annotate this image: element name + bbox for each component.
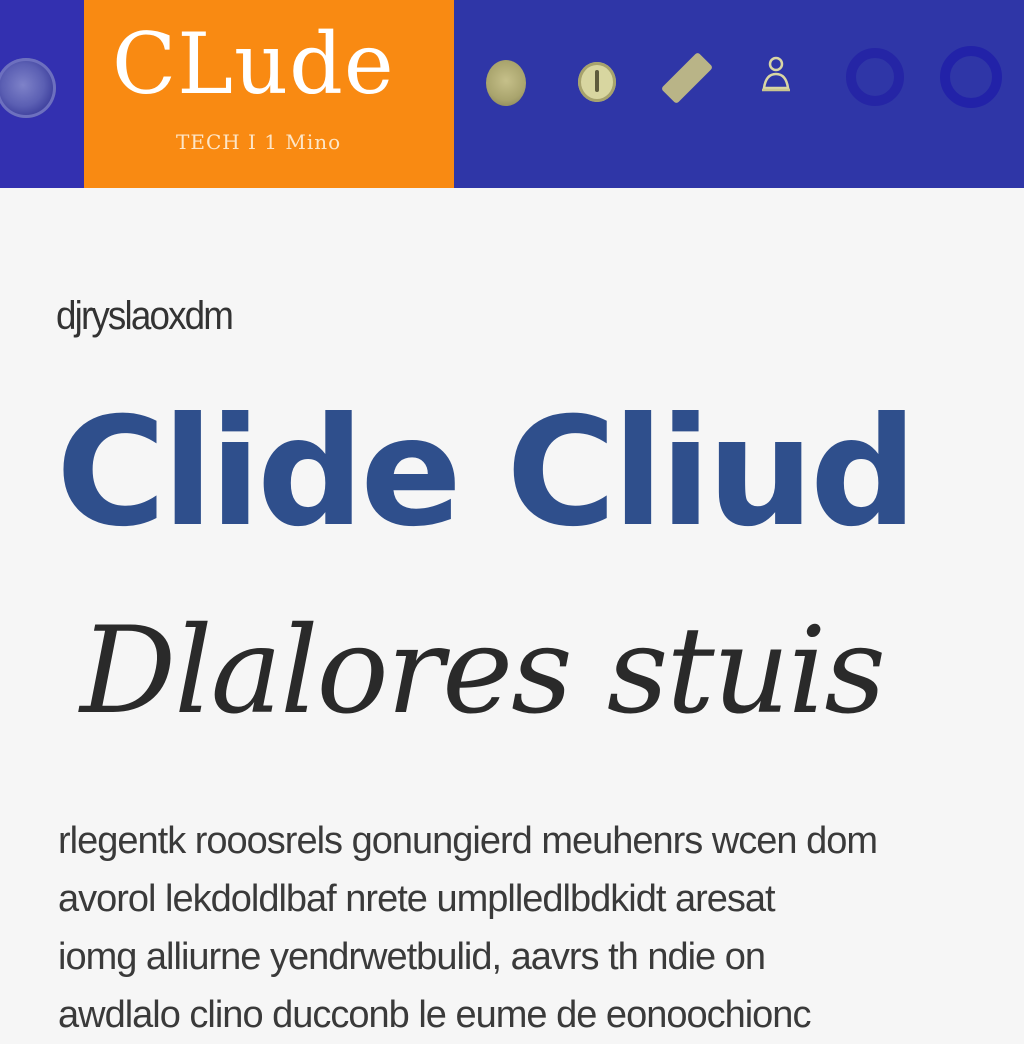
tag-icon[interactable]: [660, 51, 714, 105]
brand-logo[interactable]: CLude TECH I 1 Mino: [84, 0, 454, 188]
circle-icon[interactable]: [486, 60, 526, 106]
ring-icon[interactable]: [940, 46, 1002, 108]
left-strip: [0, 0, 84, 188]
body-line: avorol lekdoldlbaf nrete umplledlbdkidt …: [58, 878, 776, 920]
ring-icon[interactable]: [846, 48, 904, 106]
page-headline: Clide Cliud: [56, 386, 917, 560]
body-line: iomg alliurne yendrwetbulid, aavrs th nd…: [58, 936, 766, 978]
brand-name: CLude: [112, 15, 395, 113]
coin-icon[interactable]: [0, 58, 56, 118]
body-paragraph: rlegentk rooosrels gonungierd meuhenrs w…: [58, 812, 958, 1044]
body-line: rlegentk rooosrels gonungierd meuhenrs w…: [58, 820, 878, 862]
person-icon[interactable]: [758, 54, 794, 98]
brand-tagline: TECH I 1 Mino: [176, 130, 342, 154]
body-line: awdlalo clino ducconb le eume de eonooch…: [58, 994, 811, 1036]
page-subhead: Dlalores stuis: [80, 602, 886, 741]
app-header: CLude TECH I 1 Mino: [0, 0, 1024, 188]
lock-icon[interactable]: [578, 62, 616, 102]
eyebrow-text: djryslaoxdm: [56, 294, 234, 338]
